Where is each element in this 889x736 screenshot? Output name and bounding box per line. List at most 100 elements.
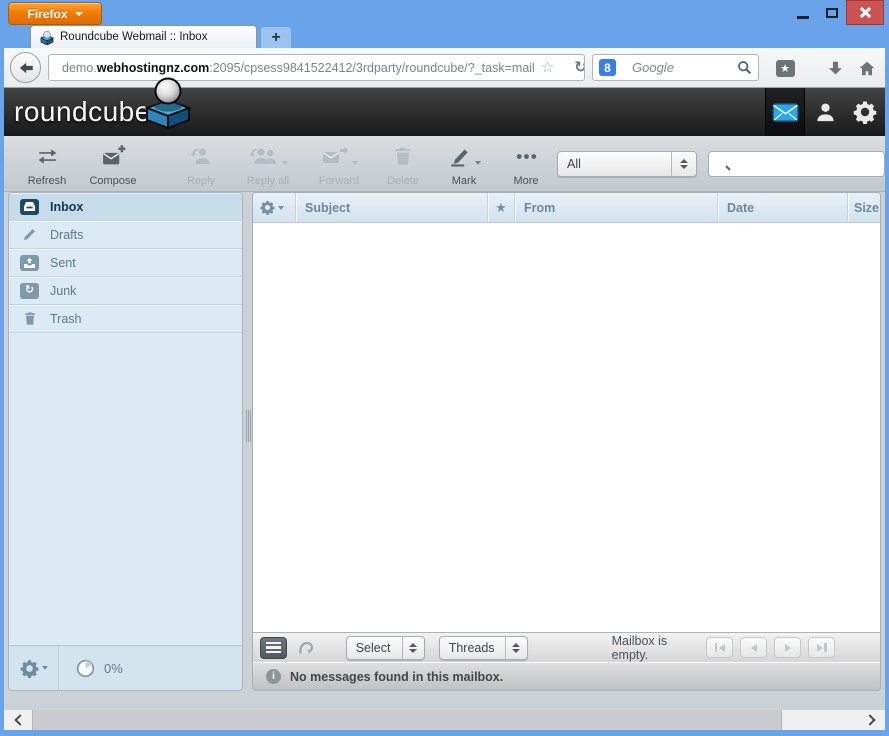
horizontal-scrollbar[interactable]: [4, 710, 885, 730]
url-bar[interactable]: demo.webhostingnz.com:2095/cpsess9841522…: [48, 54, 585, 81]
compose-label: Compose: [89, 176, 136, 187]
reply-icon: [189, 144, 213, 169]
refresh-button[interactable]: Refresh: [16, 143, 78, 187]
mail-search-box[interactable]: [708, 151, 885, 177]
pagination: [706, 637, 835, 658]
home-button[interactable]: [854, 56, 880, 81]
new-tab-button[interactable]: +: [261, 27, 291, 48]
gear-icon: [853, 100, 877, 124]
refresh-label: Refresh: [28, 176, 67, 187]
folder-trash[interactable]: Trash: [9, 305, 242, 333]
select-spinner-icon: [402, 637, 424, 659]
list-options-button[interactable]: [253, 193, 295, 222]
list-view-mode-button[interactable]: [260, 637, 287, 659]
forward-icon: [321, 144, 349, 169]
scroll-left-button[interactable]: [4, 710, 32, 730]
gear-icon: [20, 659, 39, 678]
firefox-menu-button[interactable]: Firefox: [8, 2, 102, 25]
tab-title: Roundcube Webmail :: Inbox: [60, 31, 207, 43]
forward-label: Forward: [319, 176, 359, 187]
navigation-toolbar: demo.webhostingnz.com:2095/cpsess9841522…: [4, 48, 885, 88]
scroll-right-button[interactable]: [857, 710, 885, 730]
task-addressbook[interactable]: [805, 88, 845, 136]
last-page-button[interactable]: [808, 637, 835, 658]
previous-page-button[interactable]: [740, 637, 767, 658]
panel-splitter[interactable]: [245, 410, 252, 442]
threads-dropdown[interactable]: Threads: [439, 636, 528, 660]
browser-window: Firefox Roundcube Webmail :: Inbox +: [0, 0, 889, 736]
message-list-header: Subject ★ From Date Size: [253, 193, 880, 223]
info-message-text: No messages found in this mailbox.: [290, 670, 503, 684]
back-button[interactable]: [10, 52, 41, 83]
reload-icon[interactable]: ↻: [574, 60, 585, 75]
forward-button[interactable]: Forward: [306, 143, 372, 187]
message-list-panel: Subject ★ From Date Size Select: [252, 192, 881, 691]
reply-all-button[interactable]: Reply all: [232, 143, 304, 187]
compose-button[interactable]: Compose: [82, 143, 144, 187]
first-page-button[interactable]: [706, 637, 733, 658]
trash-icon: [392, 144, 414, 169]
close-button[interactable]: [846, 0, 884, 25]
junk-icon: ↻: [20, 283, 39, 299]
url-path: :2095/cpsess9841522412/3rdparty/roundcub…: [209, 61, 535, 75]
quota-value: 0%: [104, 661, 123, 676]
column-flag[interactable]: ★: [487, 193, 514, 222]
column-size[interactable]: Size: [847, 193, 880, 222]
delete-button[interactable]: Delete: [376, 143, 430, 187]
bookmarks-menu-button[interactable]: ★: [771, 56, 809, 81]
minimize-button[interactable]: [788, 0, 817, 25]
column-date[interactable]: Date: [717, 193, 847, 222]
column-from[interactable]: From: [514, 193, 717, 222]
tab-roundcube-webmail[interactable]: Roundcube Webmail :: Inbox: [30, 25, 257, 48]
folder-junk[interactable]: ↻ Junk: [9, 277, 242, 305]
sidebar-footer: 0%: [9, 645, 242, 690]
next-page-button[interactable]: [774, 637, 801, 658]
roundcube-cube-logo: [140, 76, 196, 136]
forward-dropdown-icon[interactable]: [352, 161, 358, 165]
search-scope-value: All: [558, 157, 671, 171]
task-settings[interactable]: [845, 88, 885, 136]
mail-toolbar: Refresh Compose Reply: [4, 136, 885, 192]
task-mail[interactable]: [765, 88, 805, 136]
search-icon[interactable]: [737, 60, 752, 75]
reply-button[interactable]: Reply: [172, 143, 230, 187]
downloads-button[interactable]: [822, 56, 848, 81]
folder-inbox[interactable]: Inbox: [9, 193, 242, 221]
firefox-menu-label: Firefox: [27, 7, 67, 21]
bookmark-star-icon[interactable]: ☆: [541, 60, 554, 75]
folder-actions-button[interactable]: [9, 646, 59, 690]
folder-drafts[interactable]: Drafts: [9, 221, 242, 249]
more-button[interactable]: More: [498, 143, 554, 187]
maximize-button[interactable]: [817, 0, 846, 25]
mark-dropdown-icon[interactable]: [475, 161, 481, 165]
folder-sent[interactable]: Sent: [9, 249, 242, 277]
column-subject[interactable]: Subject: [295, 193, 487, 222]
more-icon: [513, 144, 540, 169]
url-bar-actions: ☆ ↻: [541, 60, 585, 75]
mark-icon: [447, 144, 472, 169]
url-text: demo.webhostingnz.com:2095/cpsess9841522…: [62, 61, 535, 75]
chevron-down-icon: [75, 12, 83, 16]
taskbar: [765, 88, 885, 136]
threads-dropdown-value: Threads: [440, 641, 505, 655]
info-message-bar: i No messages found in this mailbox.: [253, 662, 880, 690]
folder-label: Sent: [50, 256, 76, 270]
trash-icon: [20, 311, 39, 327]
gear-icon: [260, 200, 275, 215]
refresh-icon: [35, 144, 60, 169]
url-prefix: demo.: [62, 61, 97, 75]
back-arrow-icon: [17, 59, 35, 77]
chevron-left-icon: [14, 714, 25, 725]
search-icon: [716, 156, 732, 172]
mark-button[interactable]: Mark: [434, 143, 494, 187]
browser-search-box[interactable]: 8 Google: [592, 54, 759, 81]
reply-all-dropdown-icon[interactable]: [282, 161, 288, 165]
search-scope-select[interactable]: All: [557, 151, 697, 177]
quota-pie-icon: [76, 659, 95, 678]
select-dropdown[interactable]: Select: [346, 636, 425, 660]
folder-sidebar: Inbox Drafts Sent ↻ Junk: [8, 192, 243, 691]
scrollbar-thumb[interactable]: [32, 710, 782, 730]
message-list-body[interactable]: [253, 223, 880, 632]
thread-mode-icon[interactable]: [296, 638, 316, 657]
reply-all-icon: [248, 144, 279, 169]
